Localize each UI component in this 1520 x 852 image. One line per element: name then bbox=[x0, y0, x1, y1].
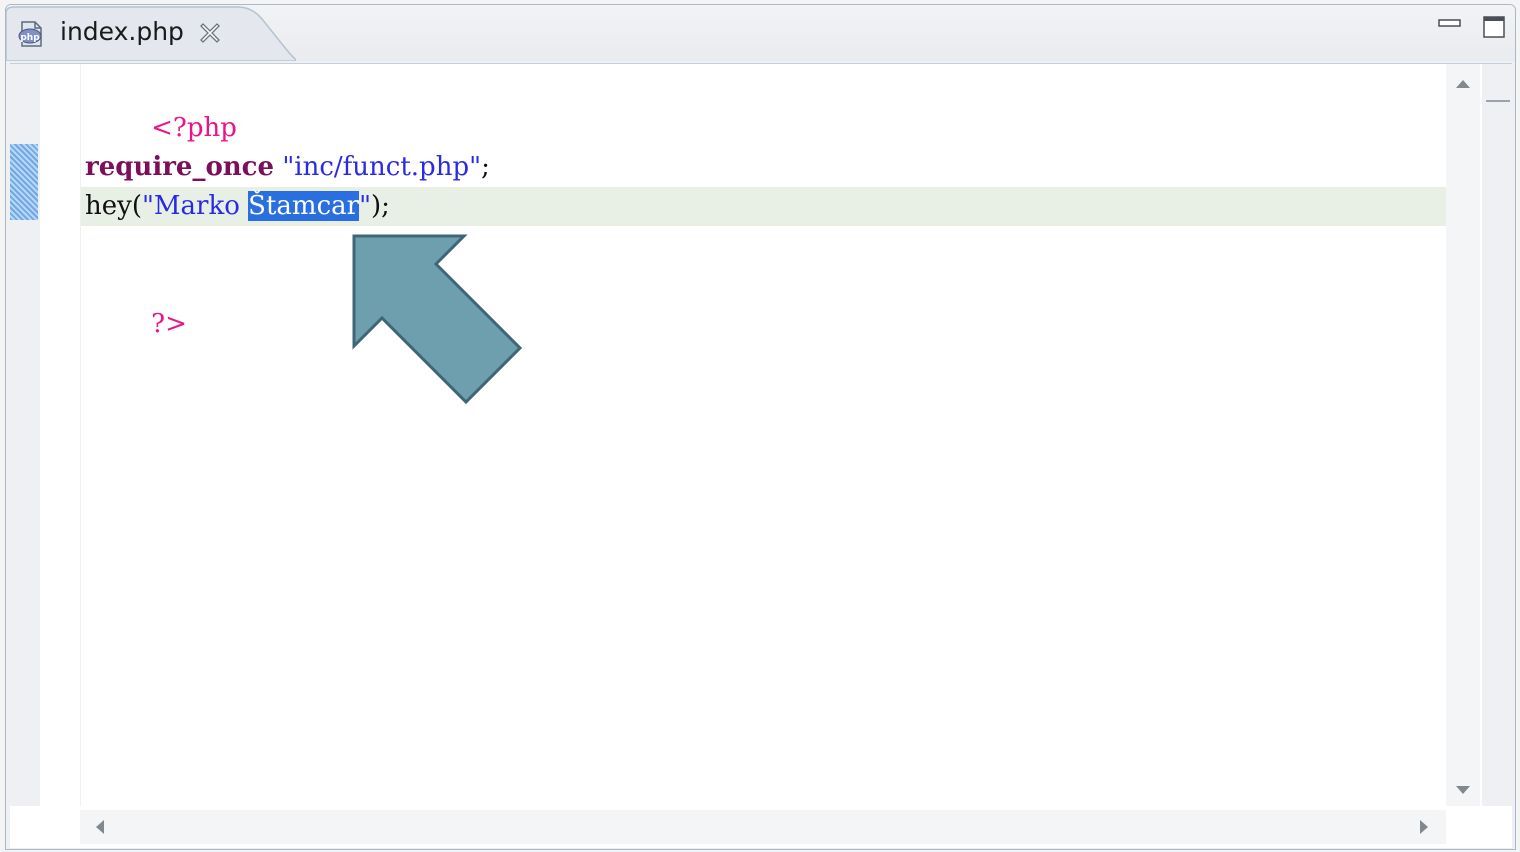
scroll-left-icon[interactable] bbox=[96, 820, 104, 834]
scroll-down-icon[interactable] bbox=[1456, 786, 1470, 794]
include-path-string: "inc/funct.php" bbox=[282, 152, 482, 182]
overview-ruler bbox=[1482, 64, 1512, 806]
php-editor-window: php index.php <?php require_once "inc/fu… bbox=[5, 4, 1516, 850]
selected-text[interactable]: Štamcar bbox=[248, 191, 360, 221]
function-call: hey( bbox=[85, 191, 142, 221]
php-close-tag: ?> bbox=[151, 309, 187, 339]
php-file-icon: php bbox=[16, 19, 46, 49]
change-marker bbox=[10, 144, 38, 220]
editor-tab-bar: php index.php bbox=[6, 5, 1515, 61]
annotation-ruler bbox=[10, 64, 40, 806]
code-editor[interactable]: <?php require_once "inc/funct.php"; hey(… bbox=[10, 63, 1512, 848]
minimize-icon[interactable] bbox=[1436, 13, 1464, 35]
vertical-scrollbar[interactable] bbox=[1446, 64, 1480, 806]
code-area[interactable]: <?php require_once "inc/funct.php"; hey(… bbox=[81, 64, 1446, 806]
scroll-up-icon[interactable] bbox=[1456, 80, 1470, 88]
semicolon: ; bbox=[481, 152, 490, 182]
scroll-right-icon[interactable] bbox=[1420, 820, 1428, 834]
string-part-a: "Marko bbox=[141, 191, 249, 221]
horizontal-scrollbar[interactable] bbox=[80, 810, 1446, 844]
require-once-keyword: require_once bbox=[85, 152, 275, 182]
maximize-icon[interactable] bbox=[1480, 13, 1508, 39]
tab-label: index.php bbox=[60, 17, 184, 46]
pointer-arrow-icon bbox=[352, 234, 523, 405]
string-part-b: " bbox=[359, 191, 372, 221]
line-gutter bbox=[40, 64, 81, 806]
php-open-tag: <?php bbox=[151, 113, 237, 143]
svg-text:php: php bbox=[20, 33, 40, 43]
call-end: ); bbox=[371, 191, 390, 221]
overview-mark bbox=[1486, 100, 1510, 102]
code-line-6: ?> bbox=[81, 266, 1446, 339]
code-line-3: require_once "inc/funct.php"; bbox=[81, 148, 1446, 187]
close-x-icon[interactable] bbox=[198, 21, 222, 45]
tab-index-php[interactable]: php index.php bbox=[6, 5, 296, 61]
code-line-4: hey("Marko Štamcar"); bbox=[81, 187, 1446, 226]
code-line-1: <?php bbox=[81, 70, 1446, 143]
